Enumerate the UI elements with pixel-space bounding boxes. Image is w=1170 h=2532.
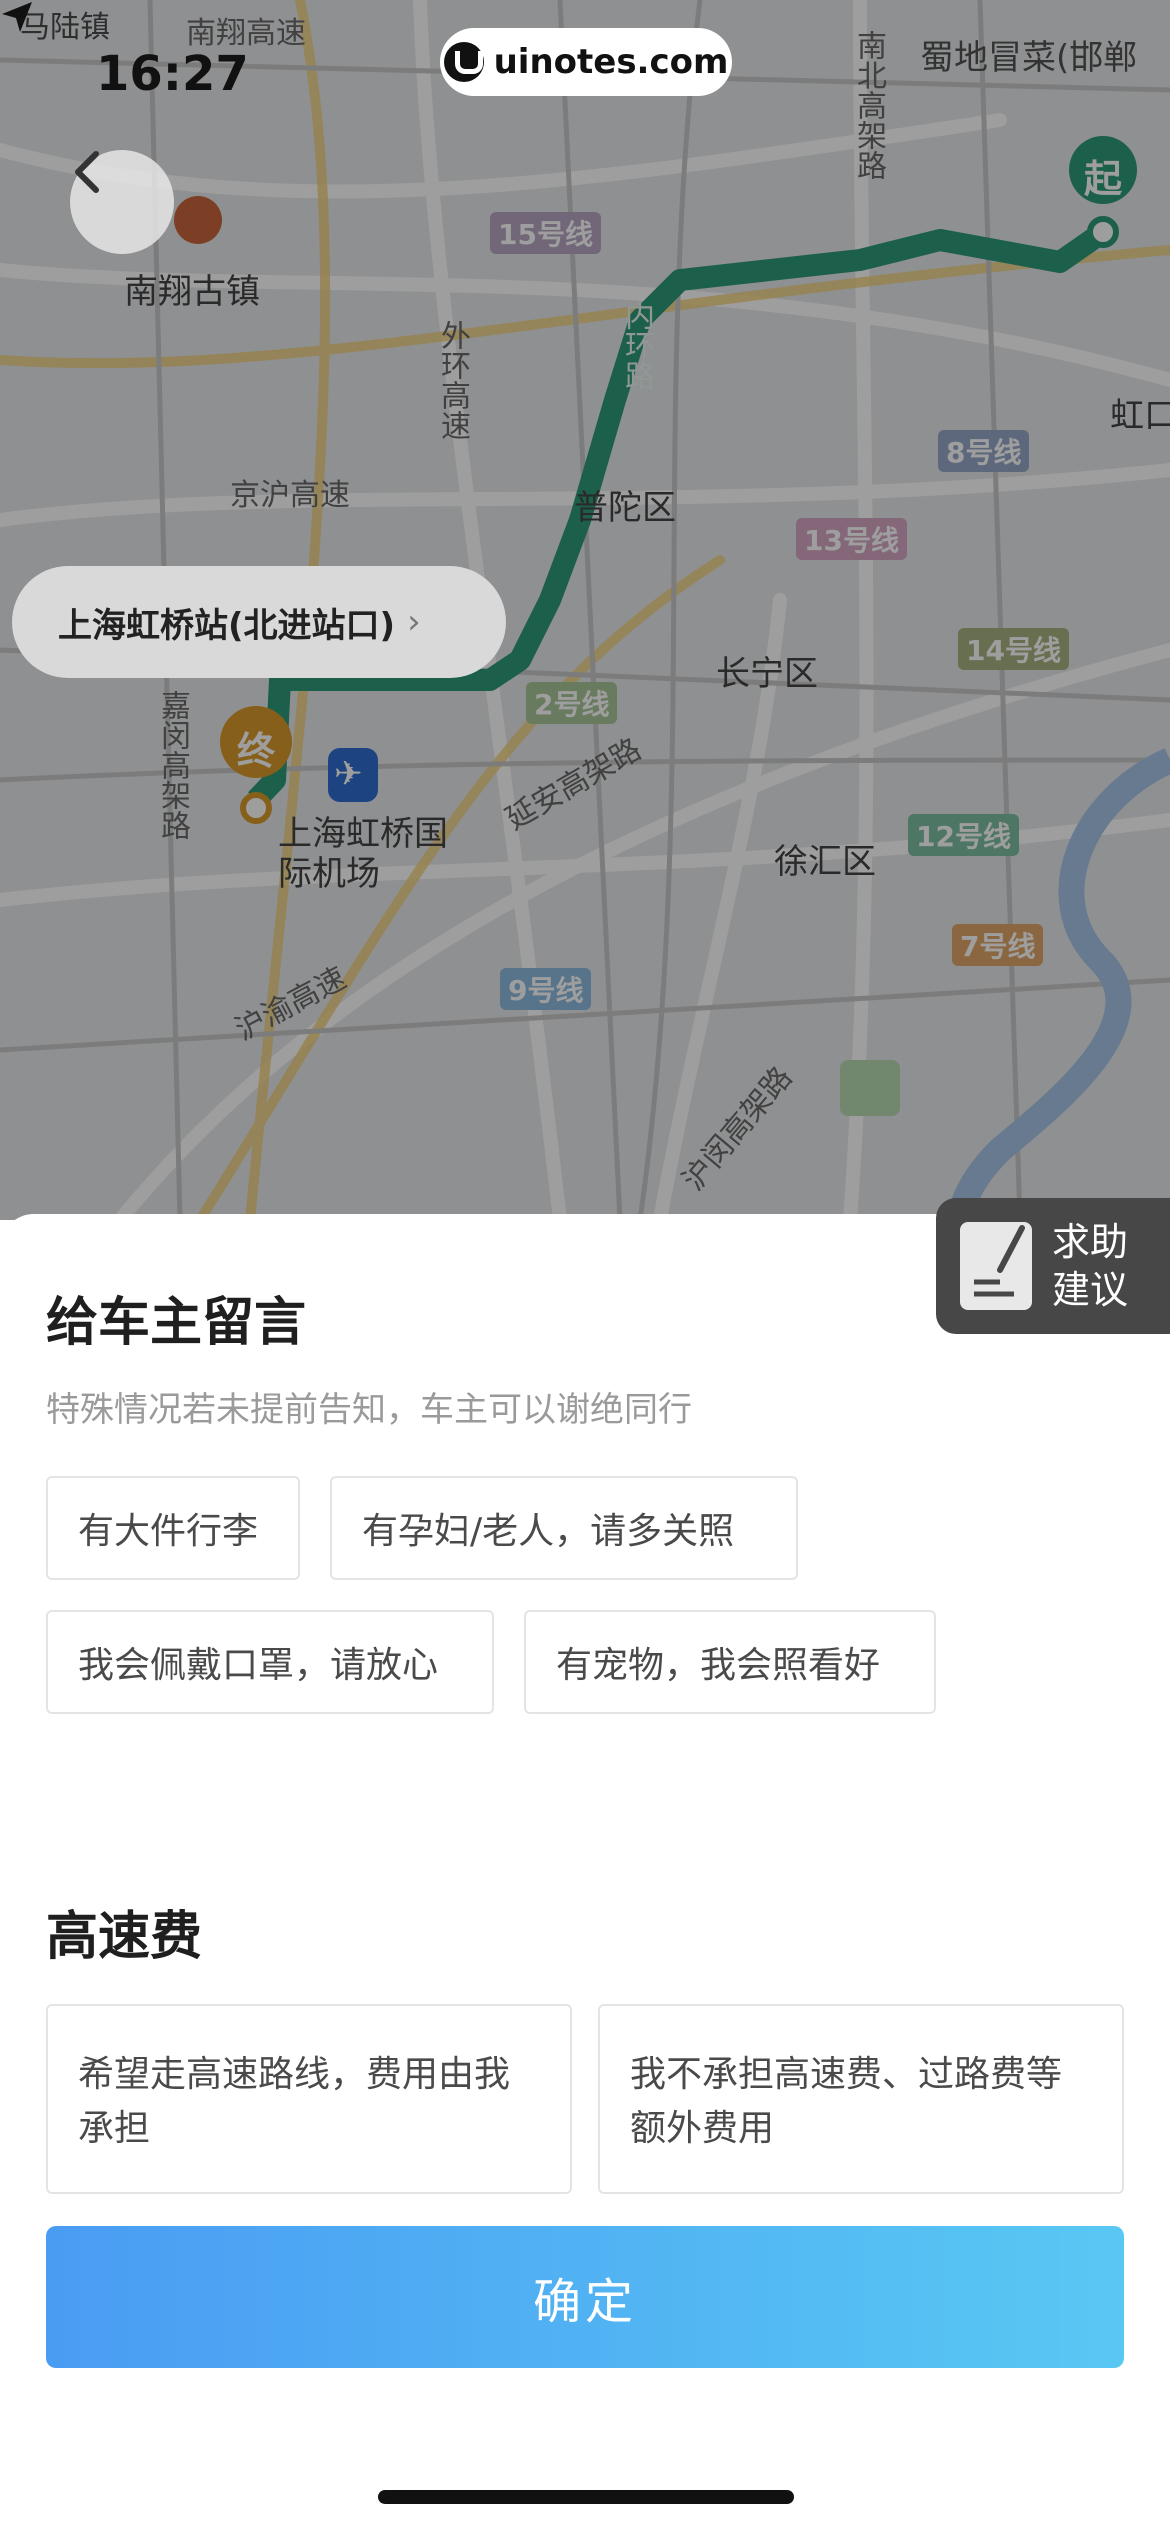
start-marker: 起 xyxy=(1084,157,1123,201)
metro-badge: 8号线 xyxy=(938,430,1030,472)
map-district: 徐汇区 xyxy=(774,842,876,882)
message-chip[interactable]: 有孕妇/老人，请多关照 xyxy=(330,1476,798,1580)
metro-badge: 13号线 xyxy=(796,518,907,560)
map-place: 上海虹桥国际机场 xyxy=(278,814,448,894)
toll-title: 高速费 xyxy=(46,1907,203,1967)
feedback-doc-icon xyxy=(960,1222,1032,1310)
route-map[interactable]: 起 终 ✈ 马陆镇 南翔高速 南翔古镇 外环高速 京沪高速 普陀区 长宁区 徐汇… xyxy=(0,0,1170,1220)
chevron-right-icon: › xyxy=(407,602,421,642)
toll-option[interactable]: 希望走高速路线，费用由我承担 xyxy=(46,2004,572,2194)
confirm-button[interactable]: 确定 xyxy=(46,2226,1124,2368)
metro-badge: 7号线 xyxy=(952,924,1044,966)
sheet-subtitle: 特殊情况若未提前告知，车主可以谢绝同行 xyxy=(46,1390,692,1430)
end-marker: 终 xyxy=(237,729,276,773)
map-road: 南北高架路 xyxy=(851,30,886,180)
metro-badge: 14号线 xyxy=(958,628,1069,670)
message-chip[interactable]: 有宠物，我会照看好 xyxy=(524,1610,936,1714)
metro-badge: 15号线 xyxy=(490,212,601,254)
metro-badge: 12号线 xyxy=(908,814,1019,856)
map-road: 京沪高速 xyxy=(230,478,350,513)
station-name: 上海虹桥站(北进站口) xyxy=(58,605,396,646)
chevron-left-icon xyxy=(75,151,99,193)
airport-icon: ✈ xyxy=(334,754,363,794)
watermark-logo-icon xyxy=(443,42,484,82)
map-road: 嘉闵高架路 xyxy=(155,690,190,840)
help-label: 求助 建议 xyxy=(1052,1220,1129,1312)
message-chip[interactable]: 我会佩戴口罩，请放心 xyxy=(46,1610,494,1714)
map-place: 南翔古镇 xyxy=(124,272,260,312)
location-arrow-icon xyxy=(2,2,32,32)
metro-badge: 2号线 xyxy=(526,682,618,724)
map-road: 内环路 xyxy=(619,300,654,390)
map-district: 长宁区 xyxy=(716,654,818,694)
map-district: 普陀区 xyxy=(574,488,676,528)
station-chip[interactable]: 上海虹桥站(北进站口) › xyxy=(12,566,506,678)
sheet-title: 给车主留言 xyxy=(46,1293,307,1353)
toll-option[interactable]: 我不承担高速费、过路费等额外费用 xyxy=(598,2004,1124,2194)
status-right-text: 蜀地冒菜(邯郸 xyxy=(920,38,1138,78)
map-district: 虹口 xyxy=(1110,396,1170,436)
help-suggest-button[interactable]: 求助 建议 xyxy=(936,1198,1170,1334)
message-chip[interactable]: 有大件行李 xyxy=(46,1476,300,1580)
back-button[interactable] xyxy=(70,150,174,254)
home-indicator[interactable] xyxy=(378,2490,794,2504)
watermark: uinotes.com xyxy=(440,28,732,96)
watermark-text: uinotes.com xyxy=(493,42,729,82)
metro-badge: 9号线 xyxy=(500,968,592,1010)
map-road: 外环高速 xyxy=(435,320,470,440)
status-time: 16:27 xyxy=(96,46,249,102)
